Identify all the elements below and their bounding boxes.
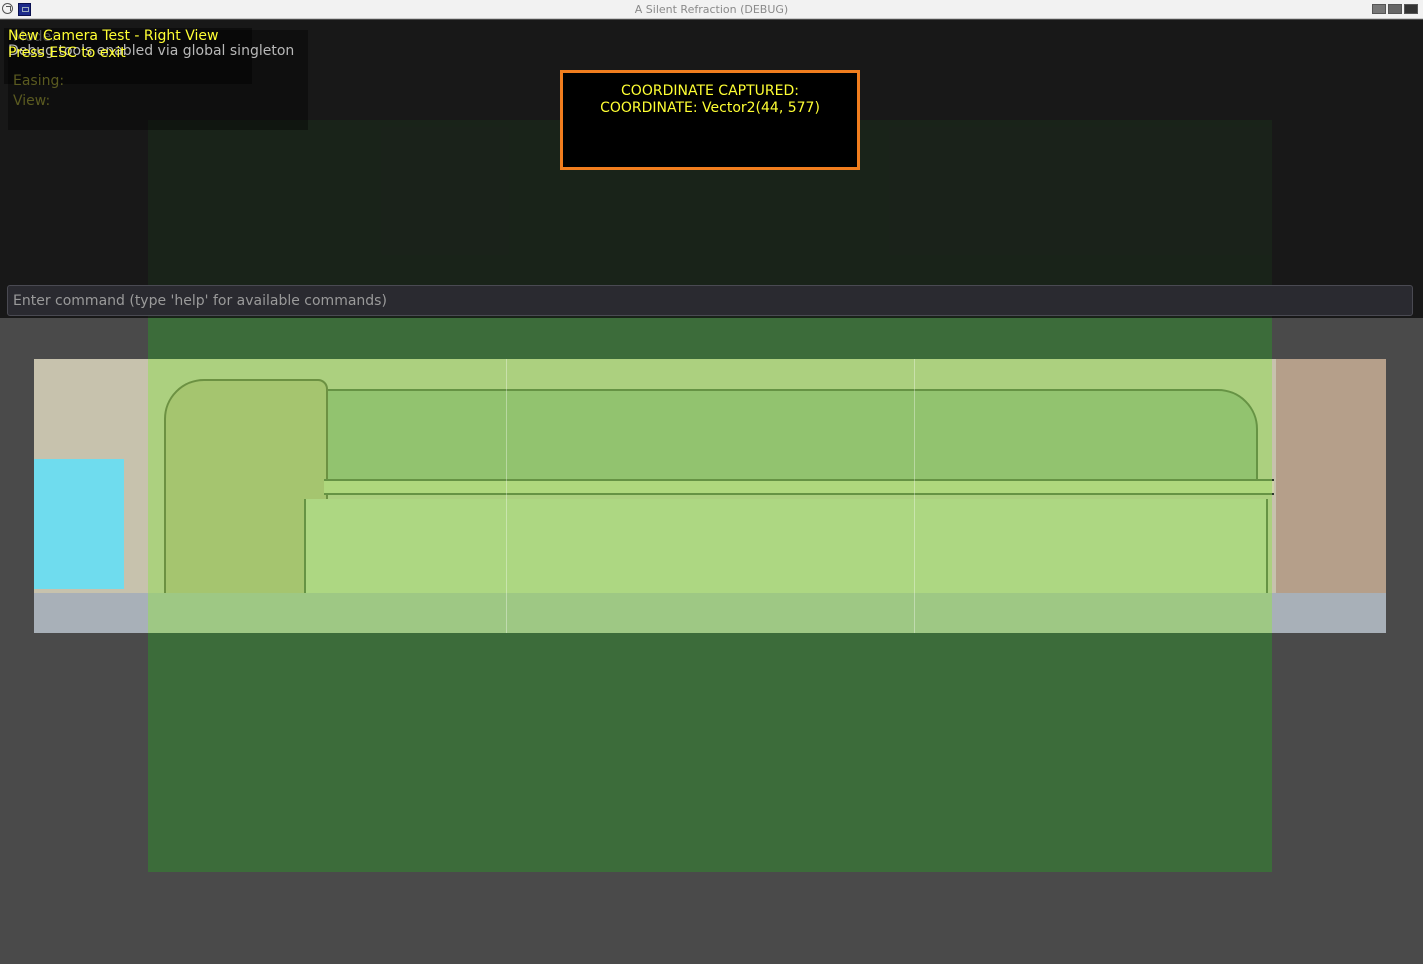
hangar-right-wall <box>1276 359 1386 599</box>
coordinate-captured-box: COORDINATE CAPTURED: COORDINATE: Vector2… <box>560 70 860 170</box>
debug-grid-line <box>914 359 915 633</box>
game-viewport[interactable]: Mode: Debug tools enabled via global sin… <box>0 20 1423 964</box>
close-button[interactable] <box>1404 4 1418 14</box>
command-input[interactable] <box>7 285 1413 316</box>
window-titlebar: A Silent Refraction (DEBUG) <box>0 0 1423 19</box>
camera-view-label: View: <box>13 93 51 109</box>
coordinate-value: COORDINATE: Vector2(44, 577) <box>600 100 820 116</box>
hangar-background <box>34 359 1386 633</box>
coordinate-captured-title: COORDINATE CAPTURED: <box>621 83 799 99</box>
window-title: A Silent Refraction (DEBUG) <box>634 3 789 16</box>
camera-easing-label: Easing: <box>13 73 65 89</box>
maximize-button[interactable] <box>1388 4 1402 14</box>
debug-grid-line <box>506 359 507 633</box>
debug-console: Mode: Debug tools enabled via global sin… <box>0 20 1423 318</box>
exit-hint: Press ESC to exit <box>8 45 126 61</box>
minimize-button[interactable] <box>1372 4 1386 14</box>
camera-test-title: New Camera Test - Right View <box>8 28 219 44</box>
hangar-sky-opening <box>34 459 124 589</box>
debug-camera-overlay <box>148 359 1272 633</box>
